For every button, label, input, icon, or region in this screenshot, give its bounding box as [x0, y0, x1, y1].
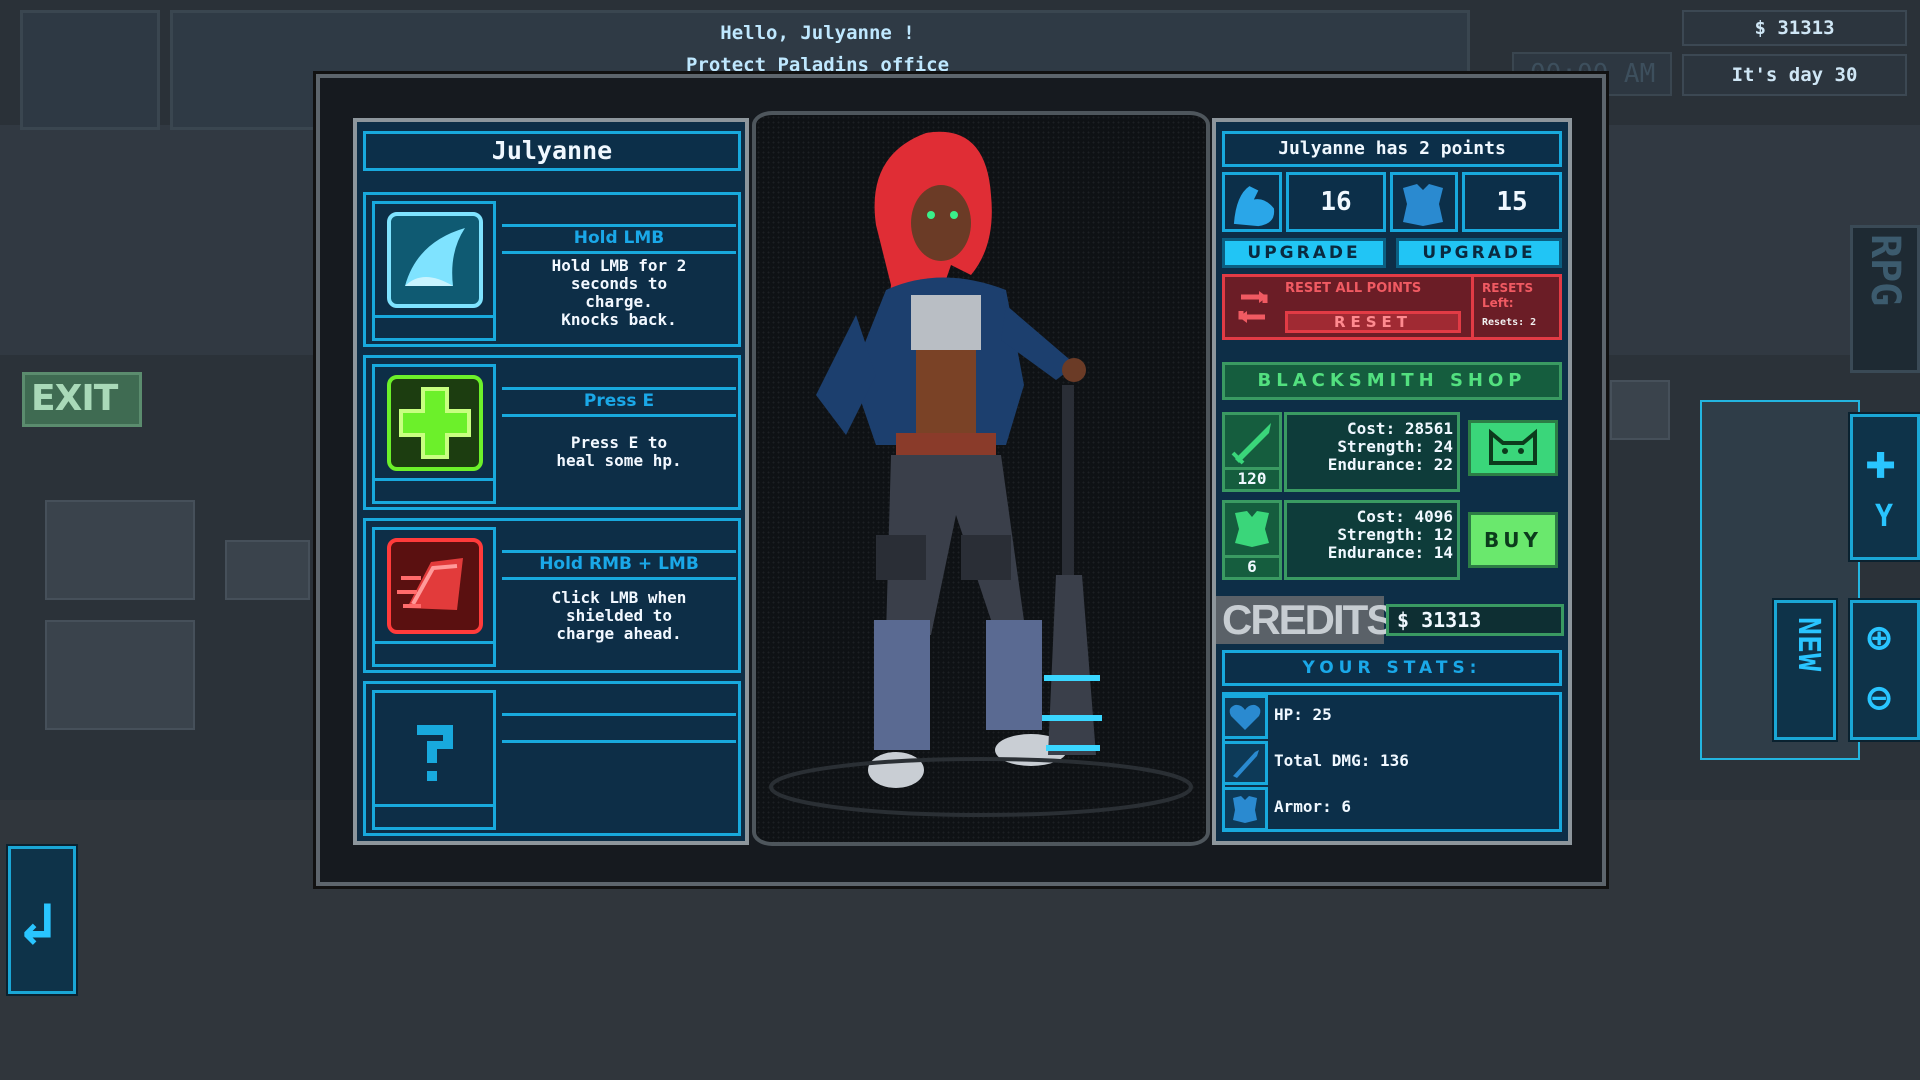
endurance-value: 15	[1462, 172, 1562, 232]
shop-item-1-count: 120	[1225, 467, 1279, 489]
new-label: NEW	[1791, 617, 1826, 671]
zoom-out-icon[interactable]: ⊖	[1867, 675, 1891, 721]
sword-icon	[1225, 744, 1265, 782]
heart-icon	[1225, 698, 1265, 736]
ability-slot-1: Hold LMB Hold LMB for 2 seconds to charg…	[363, 192, 741, 347]
stat-row-armor: Armor: 6	[1222, 787, 1562, 831]
character-name: Julyanne	[363, 131, 741, 171]
ability-description: Hold LMB for 2 seconds to charge. Knocks…	[502, 257, 736, 329]
shark-fin-icon	[387, 212, 483, 308]
day-display: It's day 30	[1682, 54, 1907, 96]
shop-item-1-action-button[interactable]	[1468, 420, 1558, 476]
sword-icon	[1225, 415, 1279, 469]
background-monitor	[225, 540, 310, 600]
character-sprite	[756, 115, 1206, 842]
zoom-in-icon[interactable]: ⊕	[1867, 615, 1891, 661]
flexed-arm-icon	[1225, 175, 1285, 235]
ability-title: Press E	[502, 391, 736, 411]
credits-value: $ 31313	[1386, 604, 1564, 636]
ability-title: Hold RMB + LMB	[502, 554, 736, 574]
new-button[interactable]: NEW	[1774, 600, 1836, 740]
shop-title: BLACKSMITH SHOP	[1222, 362, 1562, 400]
reset-all-label: RESET ALL POINTS	[1285, 281, 1421, 296]
stats-section: YOUR STATS: HP: 25 Total DMG: 136 Armor:…	[1212, 648, 1572, 845]
character-display	[752, 111, 1210, 846]
shop-item-1-strength: Strength: 24	[1291, 438, 1453, 456]
reset-button[interactable]: RESET	[1285, 311, 1461, 333]
armor-icon	[1225, 503, 1279, 557]
armor-value: Armor: 6	[1274, 797, 1351, 816]
points-title: Julyanne has 2 points	[1222, 131, 1562, 167]
shop-item-1-icon: 120	[1222, 412, 1282, 492]
abilities-panel: Julyanne Hold LMB Hold LMB for 2 seconds…	[353, 118, 749, 845]
shop-item-2-icon: 6	[1222, 500, 1282, 580]
shop-item-2-endurance: Endurance: 14	[1291, 544, 1453, 562]
ability-slot-3: Hold RMB + LMB Click LMB when shielded t…	[363, 518, 741, 673]
armor-icon	[1393, 175, 1453, 235]
shop-item-2-strength: Strength: 12	[1291, 526, 1453, 544]
endurance-icon-cell	[1390, 172, 1458, 232]
back-button[interactable]: ↲	[8, 846, 76, 994]
upgrade-strength-button[interactable]: UPGRADE	[1222, 238, 1386, 268]
greeting-text: Hello, Julyanne !	[0, 22, 1635, 44]
add-unit-button[interactable]: ✚ Y	[1850, 414, 1920, 560]
resets-left-label: RESETS Left:	[1482, 281, 1552, 311]
resets-count: Resets: 2	[1482, 317, 1536, 328]
ability-description: Press E to heal some hp.	[502, 434, 736, 470]
rpg-label: RPG	[1863, 234, 1907, 306]
ability-slot-locked	[363, 681, 741, 836]
heal-cross-icon	[387, 375, 483, 471]
plus-icon: ✚	[1865, 435, 1896, 487]
stat-row-dmg: Total DMG: 136	[1222, 741, 1562, 785]
ability-description: Click LMB when shielded to charge ahead.	[502, 589, 736, 643]
shop-item-1-endurance: Endurance: 22	[1291, 456, 1453, 474]
background-shelf	[45, 500, 195, 600]
ability-title: Hold LMB	[502, 228, 736, 248]
zoom-control[interactable]: ⊕ ⊖	[1850, 600, 1920, 740]
shop-item-2-count: 6	[1225, 555, 1279, 577]
hp-value: HP: 25	[1274, 705, 1332, 724]
armor-icon	[1225, 790, 1265, 828]
background-shelf	[45, 620, 195, 730]
credits-label: CREDITS:	[1216, 596, 1384, 644]
shop-item-1-cost: Cost: 28561	[1291, 420, 1453, 438]
return-arrow-icon: ↲	[19, 889, 55, 959]
ability-slot-2: Press E Press E to heal some hp.	[363, 355, 741, 510]
money-display: $ 31313	[1682, 10, 1907, 46]
stat-row-hp: HP: 25	[1222, 695, 1562, 739]
funnel-icon: Y	[1875, 499, 1893, 534]
shop-item-2-info: Cost: 4096 Strength: 12 Endurance: 14	[1284, 500, 1460, 580]
dmg-value: Total DMG: 136	[1274, 751, 1409, 770]
question-mark-icon	[387, 701, 483, 797]
stats-title: YOUR STATS:	[1222, 650, 1562, 686]
cat-face-icon	[1471, 423, 1555, 473]
buy-button[interactable]: BUY	[1468, 512, 1558, 568]
shield-charge-icon	[387, 538, 483, 634]
shop-item-2-cost: Cost: 4096	[1291, 508, 1453, 526]
objective-text: Protect Paladins office	[0, 54, 1635, 76]
upgrade-endurance-button[interactable]: UPGRADE	[1396, 238, 1562, 268]
reset-section: RESET ALL POINTS RESET RESETS Left: Rese…	[1222, 274, 1562, 340]
background-ac-unit	[1610, 380, 1670, 440]
reset-icon	[1229, 283, 1277, 331]
exit-sign: EXIT	[22, 372, 142, 427]
strength-value: 16	[1286, 172, 1386, 232]
strength-icon-cell	[1222, 172, 1282, 232]
rpg-button[interactable]: RPG	[1850, 225, 1920, 373]
shop-item-1-info: Cost: 28561 Strength: 24 Endurance: 22	[1284, 412, 1460, 492]
